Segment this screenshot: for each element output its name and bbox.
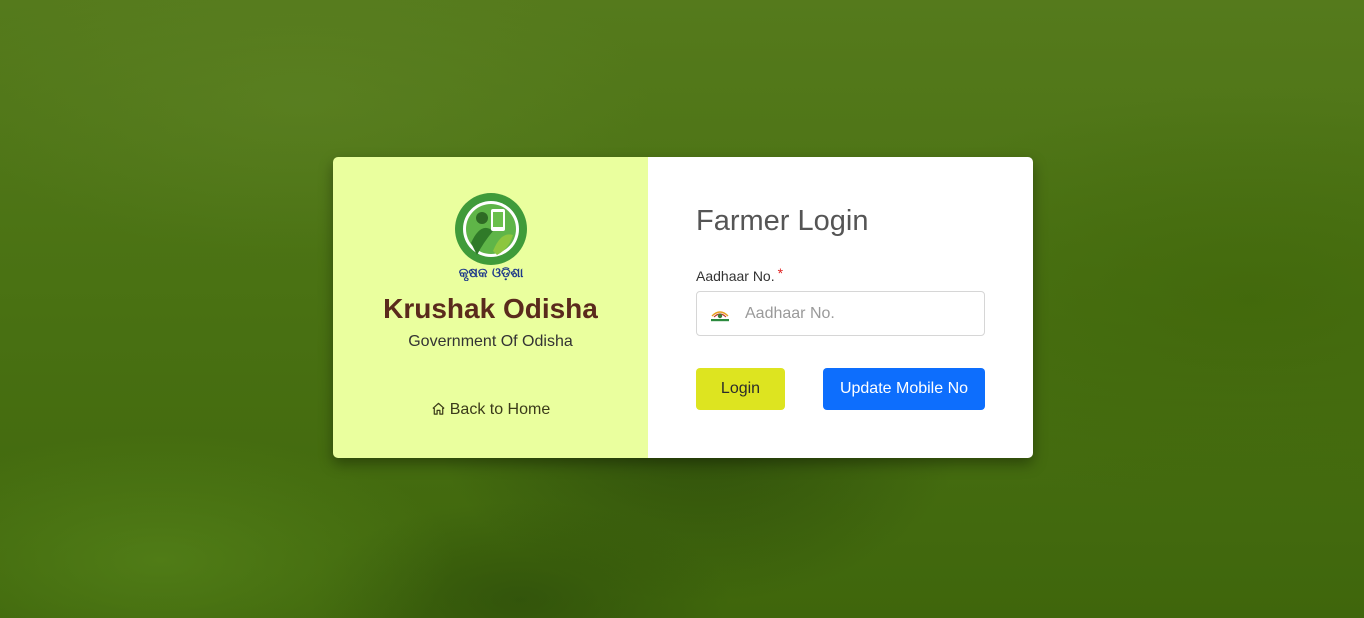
required-marker: *	[777, 265, 784, 281]
brand-panel: କୃଷକ ଓଡ଼ିଶା Krushak Odisha Government Of…	[333, 157, 648, 458]
logo-text: କୃଷକ ଓଡ଼ିଶା	[459, 265, 524, 281]
aadhaar-icon	[711, 311, 729, 322]
login-card: କୃଷକ ଓଡ଼ିଶା Krushak Odisha Government Of…	[333, 157, 1033, 458]
back-to-home-label: Back to Home	[449, 401, 551, 418]
login-form-panel: Farmer Login Aadhaar No.* Login Update M…	[648, 157, 1033, 458]
back-to-home-link[interactable]: Back to Home	[333, 401, 648, 419]
form-title: Farmer Login	[696, 205, 869, 237]
aadhaar-input[interactable]	[745, 292, 975, 335]
brand-title: Krushak Odisha	[383, 293, 598, 324]
update-mobile-button[interactable]: Update Mobile No	[823, 368, 985, 410]
login-button[interactable]: Login	[696, 368, 785, 410]
aadhaar-input-group	[696, 291, 985, 336]
aadhaar-label: Aadhaar No. *	[696, 265, 784, 284]
home-icon	[432, 402, 445, 415]
aadhaar-label-text: Aadhaar No.	[696, 268, 775, 284]
brand-subtitle: Government Of Odisha	[408, 333, 573, 350]
krushak-odisha-logo-icon: କୃଷକ ଓଡ଼ିଶା	[455, 193, 527, 281]
